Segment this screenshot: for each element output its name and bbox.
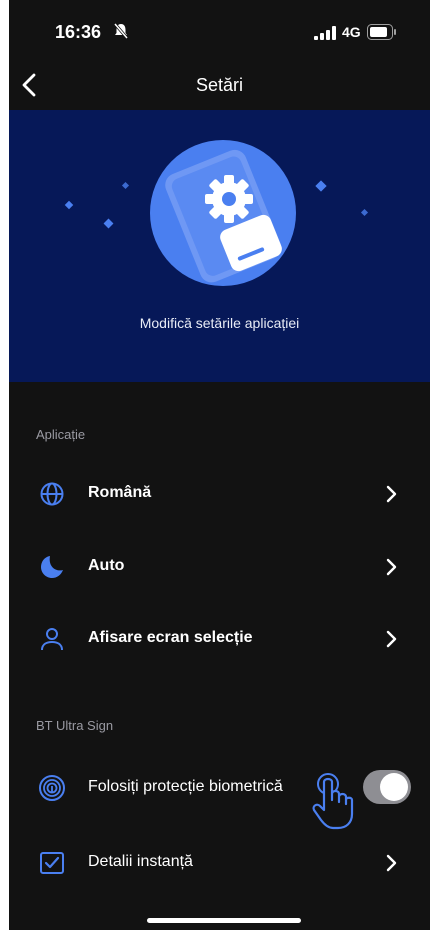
display-label: Afisare ecran selecție bbox=[88, 629, 253, 646]
signal-icon bbox=[314, 26, 336, 40]
toggle-knob bbox=[380, 773, 408, 801]
language-label: Română bbox=[88, 484, 152, 501]
page-title: Setări bbox=[195, 75, 244, 95]
instance-label: Detalii instanță bbox=[88, 853, 193, 870]
chevron-right-icon bbox=[386, 854, 397, 872]
language-row[interactable]: Română bbox=[9, 466, 430, 522]
display-row[interactable]: Afisare ecran selecție bbox=[9, 611, 430, 667]
section-header-sign: BT Ultra Sign bbox=[36, 718, 114, 733]
biometric-label: Folosiți protecție biometrică bbox=[88, 778, 283, 795]
chevron-right-icon bbox=[386, 485, 397, 503]
theme-label: Auto bbox=[88, 557, 125, 574]
nav-bar: Setări bbox=[9, 62, 430, 108]
theme-row[interactable]: Auto bbox=[9, 539, 430, 595]
moon-icon bbox=[41, 556, 63, 578]
checkbox-icon bbox=[40, 852, 64, 874]
phone-screen: 16:36 4G Setări Modifică setările aplica… bbox=[9, 0, 430, 930]
biometric-toggle[interactable] bbox=[363, 770, 411, 804]
network-type: 4G bbox=[342, 24, 361, 40]
battery-icon bbox=[367, 24, 396, 40]
hero-caption: Modifică setările aplicației bbox=[139, 315, 300, 331]
globe-icon bbox=[40, 482, 64, 506]
section-header-app: Aplicație bbox=[36, 427, 86, 442]
bell-muted-icon bbox=[113, 23, 129, 39]
status-bar: 16:36 4G bbox=[9, 0, 430, 62]
tap-hand-icon bbox=[312, 773, 354, 830]
hero-banner: Modifică setările aplicației bbox=[9, 110, 430, 382]
chevron-right-icon bbox=[386, 558, 397, 576]
user-icon bbox=[41, 628, 63, 651]
chevron-right-icon bbox=[386, 630, 397, 648]
status-time: 16:36 bbox=[55, 22, 102, 42]
settings-illustration bbox=[64, 140, 369, 286]
fingerprint-icon bbox=[39, 775, 65, 801]
biometric-row: Folosiți protecție biometrică bbox=[9, 760, 430, 830]
home-indicator[interactable] bbox=[147, 918, 301, 923]
